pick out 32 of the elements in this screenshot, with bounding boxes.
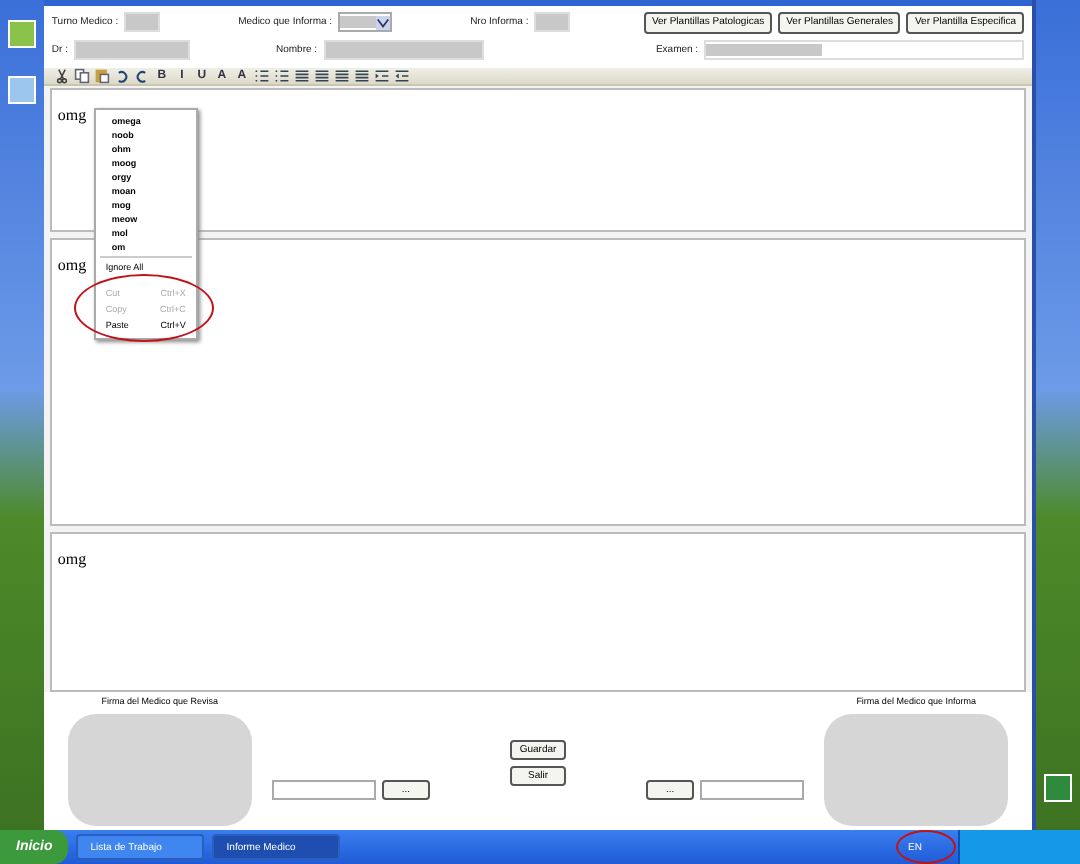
caret-icon xyxy=(376,15,391,30)
copy-icon[interactable] xyxy=(73,67,90,84)
align-icon[interactable] xyxy=(353,67,370,84)
redacted-field[interactable] xyxy=(124,12,161,33)
clipboard-icon[interactable] xyxy=(93,67,110,84)
desktop-shortcut-icon[interactable] xyxy=(7,76,36,104)
file-field[interactable] xyxy=(271,780,376,800)
undo-icon[interactable] xyxy=(113,67,130,84)
scissors-icon[interactable] xyxy=(53,67,70,84)
editor-text: omg xyxy=(57,256,87,274)
desktop-shortcut-icon[interactable] xyxy=(7,20,36,48)
redacted-field[interactable] xyxy=(534,12,571,33)
indent-icon[interactable] xyxy=(373,67,390,84)
exam-field[interactable] xyxy=(704,40,1025,61)
text-editor[interactable]: omg xyxy=(49,532,1027,692)
redacted-field[interactable] xyxy=(73,40,190,61)
desktop-shortcut-icon[interactable] xyxy=(1044,774,1073,802)
annotation-circle xyxy=(896,830,956,864)
outdent-icon[interactable] xyxy=(393,67,410,84)
editor-text: omg xyxy=(57,106,87,124)
redacted-field[interactable] xyxy=(323,40,484,61)
bullet-list-icon[interactable] xyxy=(253,67,270,84)
file-field[interactable] xyxy=(700,780,805,800)
editor-text: omg xyxy=(57,550,87,568)
align-icon[interactable] xyxy=(333,67,350,84)
dropdown[interactable] xyxy=(338,12,393,33)
numbered-list-icon[interactable] xyxy=(273,67,290,84)
align-icon[interactable] xyxy=(293,67,310,84)
align-icon[interactable] xyxy=(313,67,330,84)
redo-icon[interactable] xyxy=(133,67,150,84)
system-tray xyxy=(958,830,1080,864)
annotation-circle xyxy=(73,274,214,342)
